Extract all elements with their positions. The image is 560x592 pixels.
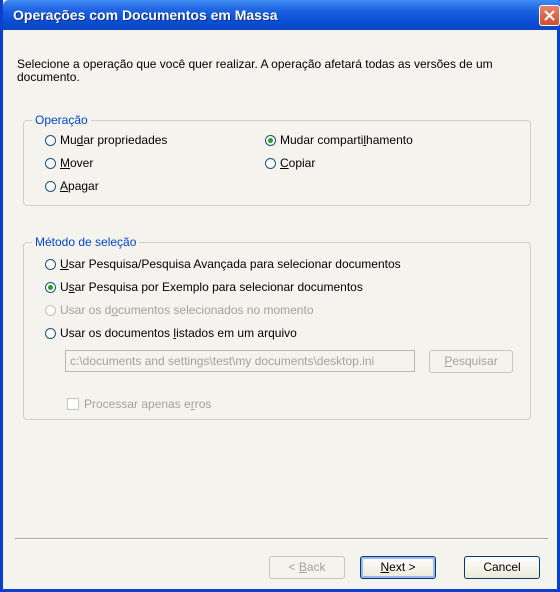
radio-usar-arquivo[interactable]: Usar os documentos listados em um arquiv… [45,325,297,341]
errors-only-checkbox[interactable]: Processar apenas erros [67,397,211,411]
window-title: Operações com Documentos em Massa [13,7,278,23]
dialog-window: Operações com Documentos em Massa Seleci… [0,0,560,592]
radio-apagar[interactable]: Apagar [45,178,99,194]
selection-group-title: Método de seleção [32,235,140,249]
radio-usar-pesquisa-avancada[interactable]: Usar Pesquisa/Pesquisa Avançada para sel… [45,256,401,272]
back-button[interactable]: < Back [269,556,345,579]
operation-group-title: Operação [32,113,91,127]
radio-mudar-propriedades[interactable]: Mudar propriedades [45,132,167,148]
title-bar[interactable]: Operações com Documentos em Massa [3,0,560,30]
cancel-button[interactable]: Cancel [464,556,540,579]
radio-usar-pesquisa-exemplo[interactable]: Usar Pesquisa por Exemplo para seleciona… [45,279,363,295]
footer-separator [15,538,548,540]
next-button[interactable]: Next > [360,556,436,579]
close-button[interactable] [539,5,560,26]
radio-mover[interactable]: Mover [45,155,93,171]
radio-copiar[interactable]: Copiar [265,155,315,171]
radio-mudar-compartilhamento[interactable]: Mudar compartilhamento [265,132,413,148]
search-button[interactable]: Pesquisar [429,350,513,373]
instruction-text: Selecione a operação que você quer reali… [17,57,493,84]
file-path-input[interactable]: c:\documents and settings\test\my docume… [65,350,415,372]
radio-usar-selecionados[interactable]: Usar os documentos selecionados no momen… [45,302,314,318]
close-icon [544,10,555,21]
